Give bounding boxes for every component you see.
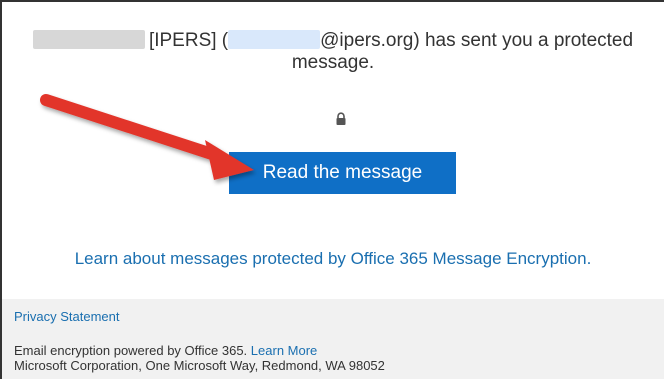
redacted-email-user (228, 30, 321, 49)
powered-by-text: Email encryption powered by Office 365. … (14, 343, 317, 358)
footer: Privacy Statement Email encryption power… (2, 299, 664, 379)
redacted-sender-name (32, 30, 145, 49)
sender-org: [IPERS] ( (148, 30, 229, 51)
sender-line: [IPERS] (@ipers.org) has sent you a prot… (2, 30, 664, 74)
learn-about-encryption-link[interactable]: Learn about messages protected by Office… (2, 249, 664, 269)
powered-label: Email encryption powered by Office 365. (14, 343, 248, 358)
message-body: [IPERS] (@ipers.org) has sent you a prot… (2, 2, 664, 299)
sender-domain: @ipers.org (320, 30, 414, 51)
read-message-button[interactable]: Read the message (229, 152, 456, 194)
lock-icon (336, 112, 346, 125)
learn-more-link[interactable]: Learn More (251, 343, 317, 358)
company-address: Microsoft Corporation, One Microsoft Way… (14, 358, 385, 373)
privacy-statement-link[interactable]: Privacy Statement (14, 309, 120, 324)
